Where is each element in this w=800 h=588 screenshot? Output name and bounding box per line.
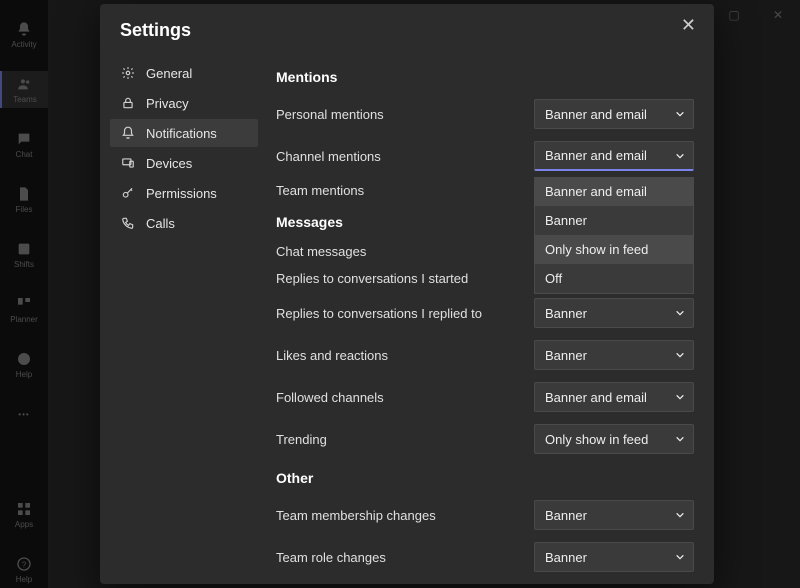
setting-label: Chat messages xyxy=(276,244,366,259)
section-head-mentions: Mentions xyxy=(276,59,694,93)
setting-label: Replies to conversations I started xyxy=(276,271,468,286)
row-likes: Likes and reactions Banner xyxy=(276,334,694,376)
dropdown-value: Only show in feed xyxy=(545,432,648,447)
dropdown-value: Banner xyxy=(545,550,587,565)
dropdown-value: Banner and email xyxy=(545,107,647,122)
dropdown-channel-mentions[interactable]: Banner and email xyxy=(534,141,694,171)
dropdown-replies-replied[interactable]: Banner xyxy=(534,298,694,328)
settings-content: Mentions Personal mentions Banner and em… xyxy=(268,53,714,577)
chevron-down-icon xyxy=(675,308,685,318)
key-icon xyxy=(120,185,136,201)
row-replies-replied: Replies to conversations I replied to Ba… xyxy=(276,292,694,334)
chevron-down-icon xyxy=(675,151,685,161)
settings-nav: General Privacy Notifications xyxy=(100,53,268,577)
nav-label: Devices xyxy=(146,156,192,171)
setting-label: Team membership changes xyxy=(276,508,436,523)
dropdown-team-membership[interactable]: Banner xyxy=(534,500,694,530)
phone-icon xyxy=(120,215,136,231)
nav-label: Permissions xyxy=(146,186,217,201)
setting-label: Trending xyxy=(276,432,327,447)
dropdown-personal-mentions[interactable]: Banner and email xyxy=(534,99,694,129)
nav-calls[interactable]: Calls xyxy=(110,209,258,237)
dropdown-option[interactable]: Off xyxy=(535,264,693,293)
nav-label: Calls xyxy=(146,216,175,231)
dropdown-value: Banner xyxy=(545,306,587,321)
row-team-membership: Team membership changes Banner xyxy=(276,494,694,536)
setting-label: Likes and reactions xyxy=(276,348,388,363)
nav-label: General xyxy=(146,66,192,81)
dropdown-option[interactable]: Banner xyxy=(535,206,693,235)
dropdown-option[interactable]: Only show in feed xyxy=(535,235,693,264)
nav-notifications[interactable]: Notifications xyxy=(110,119,258,147)
close-icon: ✕ xyxy=(681,15,696,35)
chevron-down-icon xyxy=(675,109,685,119)
close-button[interactable]: ✕ xyxy=(681,16,696,34)
chevron-down-icon xyxy=(675,434,685,444)
dropdown-trending[interactable]: Only show in feed xyxy=(534,424,694,454)
dropdown-value: Banner and email xyxy=(545,148,647,163)
dropdown-value: Banner xyxy=(545,508,587,523)
gear-icon xyxy=(120,65,136,81)
chevron-down-icon xyxy=(675,552,685,562)
setting-label: Team mentions xyxy=(276,183,364,198)
dialog-title: Settings xyxy=(100,20,714,53)
dropdown-menu: Banner and email Banner Only show in fee… xyxy=(534,177,694,294)
chevron-down-icon xyxy=(675,350,685,360)
bell-icon xyxy=(120,125,136,141)
nav-general[interactable]: General xyxy=(110,59,258,87)
nav-label: Notifications xyxy=(146,126,217,141)
settings-dialog: ✕ Settings General Privacy xyxy=(100,4,714,584)
row-channel-mentions: Channel mentions Banner and email Banner… xyxy=(276,135,694,177)
setting-label: Personal mentions xyxy=(276,107,384,122)
modal-overlay: ✕ Settings General Privacy xyxy=(0,0,800,588)
setting-label: Replies to conversations I replied to xyxy=(276,306,482,321)
row-personal-mentions: Personal mentions Banner and email xyxy=(276,93,694,135)
devices-icon xyxy=(120,155,136,171)
setting-label: Team role changes xyxy=(276,550,386,565)
row-followed: Followed channels Banner and email xyxy=(276,376,694,418)
dropdown-option[interactable]: Banner and email xyxy=(535,177,693,206)
section-head-other: Other xyxy=(276,460,694,494)
nav-permissions[interactable]: Permissions xyxy=(110,179,258,207)
chevron-down-icon xyxy=(675,510,685,520)
lock-icon xyxy=(120,95,136,111)
setting-label: Channel mentions xyxy=(276,149,381,164)
dropdown-value: Banner and email xyxy=(545,390,647,405)
dropdown-followed[interactable]: Banner and email xyxy=(534,382,694,412)
nav-privacy[interactable]: Privacy xyxy=(110,89,258,117)
dropdown-team-role[interactable]: Banner xyxy=(534,542,694,572)
setting-label: Followed channels xyxy=(276,390,384,405)
dropdown-value: Banner xyxy=(545,348,587,363)
nav-label: Privacy xyxy=(146,96,189,111)
row-team-role: Team role changes Banner xyxy=(276,536,694,577)
nav-devices[interactable]: Devices xyxy=(110,149,258,177)
dropdown-likes[interactable]: Banner xyxy=(534,340,694,370)
chevron-down-icon xyxy=(675,392,685,402)
row-trending: Trending Only show in feed xyxy=(276,418,694,460)
